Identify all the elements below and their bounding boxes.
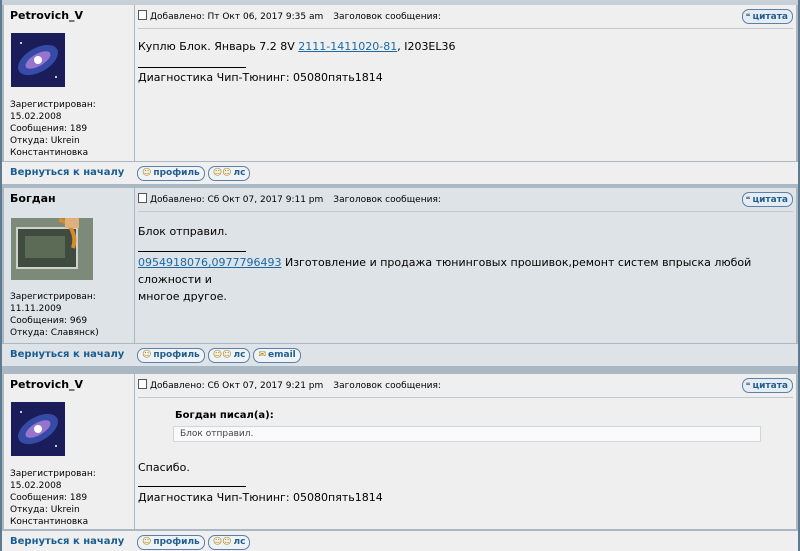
users-icon: ☺☺ (212, 350, 232, 360)
users-icon: ☺☺ (212, 537, 232, 547)
back-to-top-link[interactable]: Вернуться к началу (10, 536, 124, 547)
post-content: Добавлено: Сб Окт 07, 2017 9:11 pm Заголо… (135, 188, 796, 343)
post-author[interactable]: Petrovich_V (10, 378, 128, 391)
post-author-panel: Petrovich_V Зарегистрирован: 15.02.2008 … (4, 5, 134, 161)
quote-button[interactable]: ❝ цитата (741, 378, 793, 393)
email-label: email (268, 350, 296, 360)
phone-link[interactable]: 0954918076,0977796493 (138, 256, 281, 269)
author-location: Откуда: Ukrein (10, 505, 80, 515)
author-location: Откуда: Ukrein (10, 136, 80, 146)
forum-topic: Petrovich_V Зарегистрирован: 15.02.2008 … (2, 0, 798, 551)
signature: 0954918076,0977796493 Изготовление и про… (138, 254, 778, 305)
message-count: Сообщения: 969 (10, 316, 88, 326)
message-count: Сообщения: 189 (10, 493, 88, 503)
profile-button[interactable]: ☺ профиль (137, 535, 205, 550)
ecu-board-avatar-icon (11, 218, 93, 280)
pm-button[interactable]: ☺☺ лс (207, 348, 251, 363)
post-header: Добавлено: Сб Окт 07, 2017 9:11 pm Заголо… (138, 192, 793, 212)
speech-bubble-icon: ❝ (745, 381, 751, 390)
signature-text-2: многое другое. (138, 290, 227, 303)
message-count: Сообщения: 189 (10, 124, 88, 134)
email-button[interactable]: ✉ email (253, 348, 301, 363)
users-icon: ☺☺ (212, 168, 232, 178)
profile-label: профиль (153, 537, 200, 547)
profile-label: профиль (153, 168, 200, 178)
signature-divider (138, 251, 246, 252)
post-body: Куплю Блок. Январь 7.2 8V 2111-1411020-8… (138, 38, 456, 55)
registered-date: 15.02.2008 (10, 112, 62, 122)
speech-bubble-icon: ❝ (745, 195, 751, 204)
author-info: Зарегистрирован: 15.02.2008 Сообщения: 1… (10, 99, 96, 159)
registered-label: Зарегистрирован: (10, 100, 96, 110)
galaxy-avatar-icon (11, 402, 65, 456)
speech-bubble-icon: ❝ (745, 12, 751, 21)
author-info: Зарегистрирован: 11.11.2009 Сообщения: 9… (10, 291, 99, 339)
pm-label: лс (233, 350, 246, 360)
author-location: Откуда: Славянск) (10, 328, 99, 338)
profile-label: профиль (153, 350, 200, 360)
galaxy-avatar-icon (11, 33, 65, 87)
quote-label: цитата (752, 195, 788, 205)
profile-button[interactable]: ☺ профиль (137, 166, 205, 181)
post-content: Добавлено: Сб Окт 07, 2017 9:21 pm Заголо… (135, 374, 796, 529)
post-date: Добавлено: Сб Окт 07, 2017 9:11 pm (150, 195, 324, 205)
post-header: Добавлено: Сб Окт 07, 2017 9:21 pm Заголо… (138, 378, 793, 398)
post-author-panel: Petrovich_V Зарегистрирован: 15.02.2008 … (4, 374, 134, 529)
post-author[interactable]: Petrovich_V (10, 9, 128, 22)
post-author-panel: Богдан Зарегистрирован: 11.11.2009 Сообщ… (4, 188, 134, 343)
profile-icon: ☺ (142, 350, 152, 360)
author-location-city: Константиновка (10, 517, 89, 527)
quote-box: Блок отправил. (173, 426, 761, 442)
pm-button[interactable]: ☺☺ лс (207, 535, 251, 550)
pm-label: лс (233, 537, 246, 547)
pm-label: лс (233, 168, 246, 178)
subject-label: Заголовок сообщения: (333, 381, 441, 391)
post-author[interactable]: Богдан (10, 192, 128, 205)
envelope-icon: ✉ (258, 350, 267, 360)
profile-icon: ☺ (142, 537, 152, 547)
part-number-link[interactable]: 2111-1411020-81 (298, 40, 397, 53)
registered-label: Зарегистрирован: (10, 292, 96, 302)
post-body: Спасибо. (138, 461, 190, 474)
post-footer: Вернуться к началу ☺ профиль ☺☺ лс (2, 530, 798, 551)
signature-divider (138, 486, 246, 487)
post-content: Добавлено: Пт Окт 06, 2017 9:35 am Заголо… (135, 5, 796, 161)
post-body: Блок отправил. (138, 225, 228, 238)
post-icon (138, 193, 147, 203)
post-body-suffix: , I203EL36 (397, 40, 456, 53)
post-date: Добавлено: Сб Окт 07, 2017 9:21 pm (150, 381, 324, 391)
post-icon (138, 379, 147, 389)
quote-button[interactable]: ❝ цитата (741, 9, 793, 24)
post-footer: Вернуться к началу ☺ профиль ☺☺ лс (2, 161, 798, 184)
signature-divider (138, 67, 246, 68)
post-date: Добавлено: Пт Окт 06, 2017 9:35 am (150, 12, 324, 22)
registered-label: Зарегистрирован: (10, 469, 96, 479)
post-1: Petrovich_V Зарегистрирован: 15.02.2008 … (2, 5, 798, 161)
post-icon (138, 10, 147, 20)
post-body-text: Куплю Блок. Январь 7.2 8V (138, 40, 299, 53)
author-info: Зарегистрирован: 15.02.2008 Сообщения: 1… (10, 468, 96, 528)
profile-button[interactable]: ☺ профиль (137, 348, 205, 363)
signature: Диагностика Чип-Тюнинг: 05080пять1814 (138, 71, 383, 84)
back-to-top-link[interactable]: Вернуться к началу (10, 167, 124, 178)
profile-icon: ☺ (142, 168, 152, 178)
quote-author: Богдан писал(а): (175, 410, 274, 421)
signature: Диагностика Чип-Тюнинг: 05080пять1814 (138, 491, 383, 504)
quote-label: цитата (752, 381, 788, 391)
post-2: Богдан Зарегистрирован: 11.11.2009 Сообщ… (2, 188, 798, 343)
post-footer: Вернуться к началу ☺ профиль ☺☺ лс ✉ email (2, 344, 798, 366)
registered-date: 11.11.2009 (10, 304, 62, 314)
subject-label: Заголовок сообщения: (333, 12, 441, 22)
post-header: Добавлено: Пт Окт 06, 2017 9:35 am Заголо… (138, 9, 793, 29)
quote-label: цитата (752, 12, 788, 22)
back-to-top-link[interactable]: Вернуться к началу (10, 349, 124, 360)
subject-label: Заголовок сообщения: (333, 195, 441, 205)
pm-button[interactable]: ☺☺ лс (207, 166, 251, 181)
registered-date: 15.02.2008 (10, 481, 62, 491)
author-location-city: Константиновка (10, 148, 89, 158)
quote-button[interactable]: ❝ цитата (741, 192, 793, 207)
post-3: Petrovich_V Зарегистрирован: 15.02.2008 … (2, 374, 798, 529)
